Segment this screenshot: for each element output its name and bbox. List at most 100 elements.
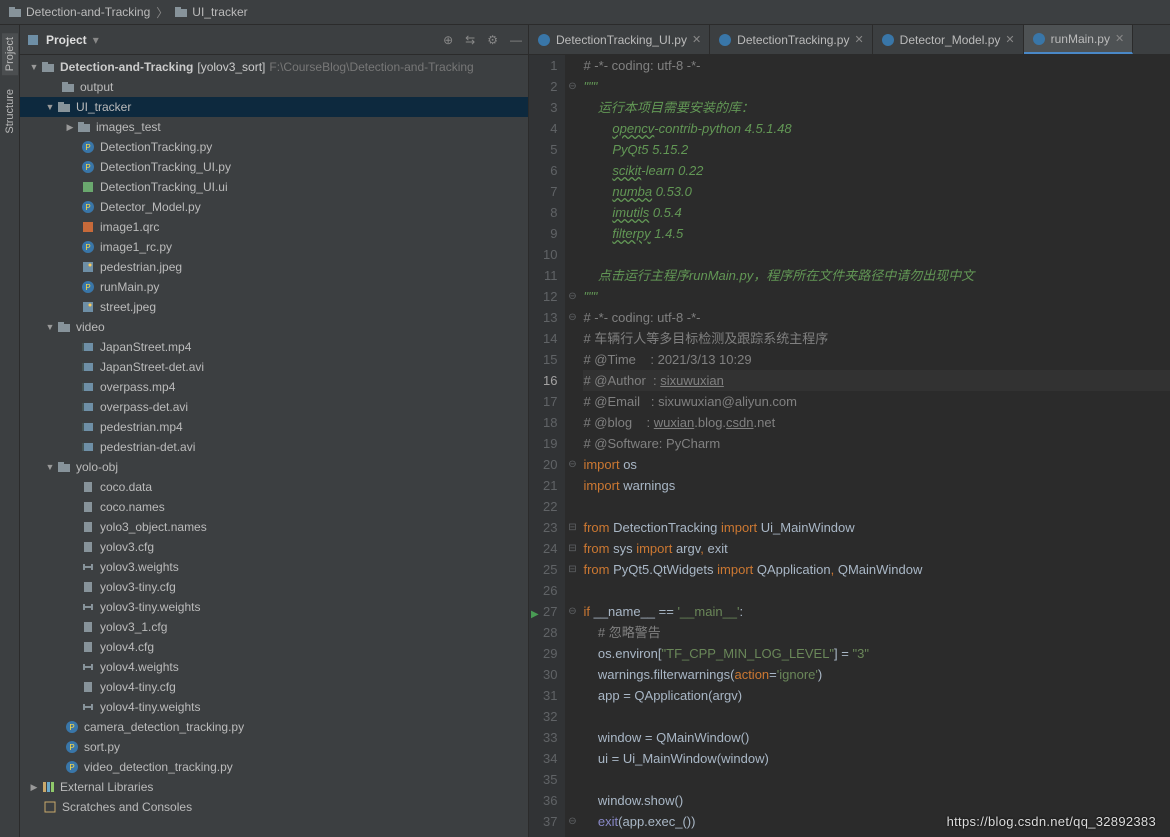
tree-folder-ui-tracker[interactable]: ▼ UI_tracker [20, 97, 528, 117]
file-icon [80, 219, 96, 235]
tree-file[interactable]: yolov4-tiny.cfg [20, 677, 528, 697]
dropdown-icon[interactable]: ▾ [93, 33, 99, 47]
file-icon [80, 379, 96, 395]
tree-root[interactable]: ▼ Detection-and-Tracking [yolov3_sort] F… [20, 57, 528, 77]
gear-icon[interactable]: ⚙ [487, 33, 498, 47]
folder-icon [174, 5, 188, 19]
tree-file[interactable]: yolov3.cfg [20, 537, 528, 557]
tree-file[interactable]: P image1_rc.py [20, 237, 528, 257]
tree-folder-images-test[interactable]: ▶ images_test [20, 117, 528, 137]
tree-file[interactable]: coco.names [20, 497, 528, 517]
file-icon [80, 519, 96, 535]
editor-area: DetectionTracking_UI.py ✕ DetectionTrack… [529, 25, 1170, 837]
file-icon [80, 299, 96, 315]
line-gutter: 1234567891011121314151617181920212223242… [529, 55, 565, 837]
tree-file[interactable]: P runMain.py [20, 277, 528, 297]
tree-file[interactable]: image1.qrc [20, 217, 528, 237]
chevron-right-icon[interactable]: ▶ [64, 122, 76, 133]
file-icon: P [64, 719, 80, 735]
tree-file[interactable]: P DetectionTracking.py [20, 137, 528, 157]
file-icon: P [80, 239, 96, 255]
tree-file[interactable]: street.jpeg [20, 297, 528, 317]
close-icon[interactable]: ✕ [1005, 33, 1014, 46]
svg-text:P: P [69, 763, 74, 772]
breadcrumb-current[interactable]: UI_tracker [192, 5, 247, 19]
tab-label: Detector_Model.py [900, 33, 1001, 47]
tree-file[interactable]: pedestrian.mp4 [20, 417, 528, 437]
file-icon: P [80, 279, 96, 295]
tab-label: runMain.py [1051, 32, 1110, 46]
chevron-down-icon[interactable]: ▼ [44, 102, 56, 112]
tree-file[interactable]: yolov4.weights [20, 657, 528, 677]
tree-scratches[interactable]: Scratches and Consoles [20, 797, 528, 817]
editor-tab[interactable]: DetectionTracking.py ✕ [710, 25, 873, 54]
tree-file[interactable]: yolov3-tiny.weights [20, 597, 528, 617]
tree-file[interactable]: DetectionTracking_UI.ui [20, 177, 528, 197]
tree-file[interactable]: pedestrian-det.avi [20, 437, 528, 457]
python-icon [881, 33, 895, 47]
file-icon [80, 619, 96, 635]
side-tab-project[interactable]: Project [2, 33, 18, 75]
tree-folder-yolo[interactable]: ▼ yolo-obj [20, 457, 528, 477]
close-icon[interactable]: ✕ [854, 33, 863, 46]
locate-icon[interactable]: ⊕ [443, 33, 453, 47]
code-content[interactable]: # -*- coding: utf-8 -*-""" 运行本项目需要安装的库： … [579, 55, 1170, 837]
close-icon[interactable]: ✕ [692, 33, 701, 46]
file-icon [80, 659, 96, 675]
file-icon [80, 259, 96, 275]
file-icon: P [80, 159, 96, 175]
tree-file[interactable]: P DetectionTracking_UI.py [20, 157, 528, 177]
tree-file[interactable]: JapanStreet.mp4 [20, 337, 528, 357]
file-icon [80, 479, 96, 495]
tree-file[interactable]: P Detector_Model.py [20, 197, 528, 217]
editor-tab[interactable]: runMain.py ✕ [1024, 25, 1134, 54]
collapse-icon[interactable]: ⇆ [465, 33, 475, 47]
tree-file[interactable]: JapanStreet-det.avi [20, 357, 528, 377]
tree-file[interactable]: yolo3_object.names [20, 517, 528, 537]
tree-label: Detection-and-Tracking [60, 60, 193, 74]
editor-tab[interactable]: DetectionTracking_UI.py ✕ [529, 25, 710, 54]
editor-tab[interactable]: Detector_Model.py ✕ [873, 25, 1024, 54]
code-editor[interactable]: 1234567891011121314151617181920212223242… [529, 55, 1170, 837]
file-icon: P [80, 199, 96, 215]
tree-file[interactable]: yolov3_1.cfg [20, 617, 528, 637]
breadcrumb: Detection-and-Tracking 〉 UI_tracker [0, 0, 1170, 25]
project-tree[interactable]: ▼ Detection-and-Tracking [yolov3_sort] F… [20, 55, 528, 837]
tree-external-libs[interactable]: ▶ External Libraries [20, 777, 528, 797]
close-icon[interactable]: ✕ [1115, 32, 1124, 45]
svg-text:P: P [85, 163, 90, 172]
file-icon [80, 639, 96, 655]
tree-file[interactable]: overpass-det.avi [20, 397, 528, 417]
tree-file[interactable]: overpass.mp4 [20, 377, 528, 397]
tree-file[interactable]: P video_detection_tracking.py [20, 757, 528, 777]
chevron-down-icon[interactable]: ▼ [28, 62, 40, 72]
svg-text:P: P [69, 743, 74, 752]
tab-label: DetectionTracking.py [737, 33, 849, 47]
library-icon [40, 779, 56, 795]
file-icon [80, 679, 96, 695]
breadcrumb-root[interactable]: Detection-and-Tracking [26, 5, 150, 19]
side-tab-structure[interactable]: Structure [2, 85, 18, 138]
folder-icon [56, 99, 72, 115]
chevron-down-icon[interactable]: ▼ [44, 462, 56, 472]
tree-file[interactable]: yolov4-tiny.weights [20, 697, 528, 717]
svg-text:P: P [85, 243, 90, 252]
tree-file[interactable]: coco.data [20, 477, 528, 497]
file-icon [80, 439, 96, 455]
file-icon: P [64, 759, 80, 775]
tree-folder-video[interactable]: ▼ video [20, 317, 528, 337]
svg-text:P: P [85, 203, 90, 212]
file-icon [80, 559, 96, 575]
file-icon [80, 539, 96, 555]
chevron-right-icon[interactable]: ▶ [28, 782, 40, 793]
hide-icon[interactable]: — [510, 33, 522, 47]
tree-file[interactable]: P sort.py [20, 737, 528, 757]
file-icon [80, 339, 96, 355]
chevron-down-icon[interactable]: ▼ [44, 322, 56, 332]
tree-file[interactable]: P camera_detection_tracking.py [20, 717, 528, 737]
tree-folder-output[interactable]: output [20, 77, 528, 97]
tree-file[interactable]: yolov4.cfg [20, 637, 528, 657]
tree-file[interactable]: yolov3.weights [20, 557, 528, 577]
tree-file[interactable]: pedestrian.jpeg [20, 257, 528, 277]
tree-file[interactable]: yolov3-tiny.cfg [20, 577, 528, 597]
